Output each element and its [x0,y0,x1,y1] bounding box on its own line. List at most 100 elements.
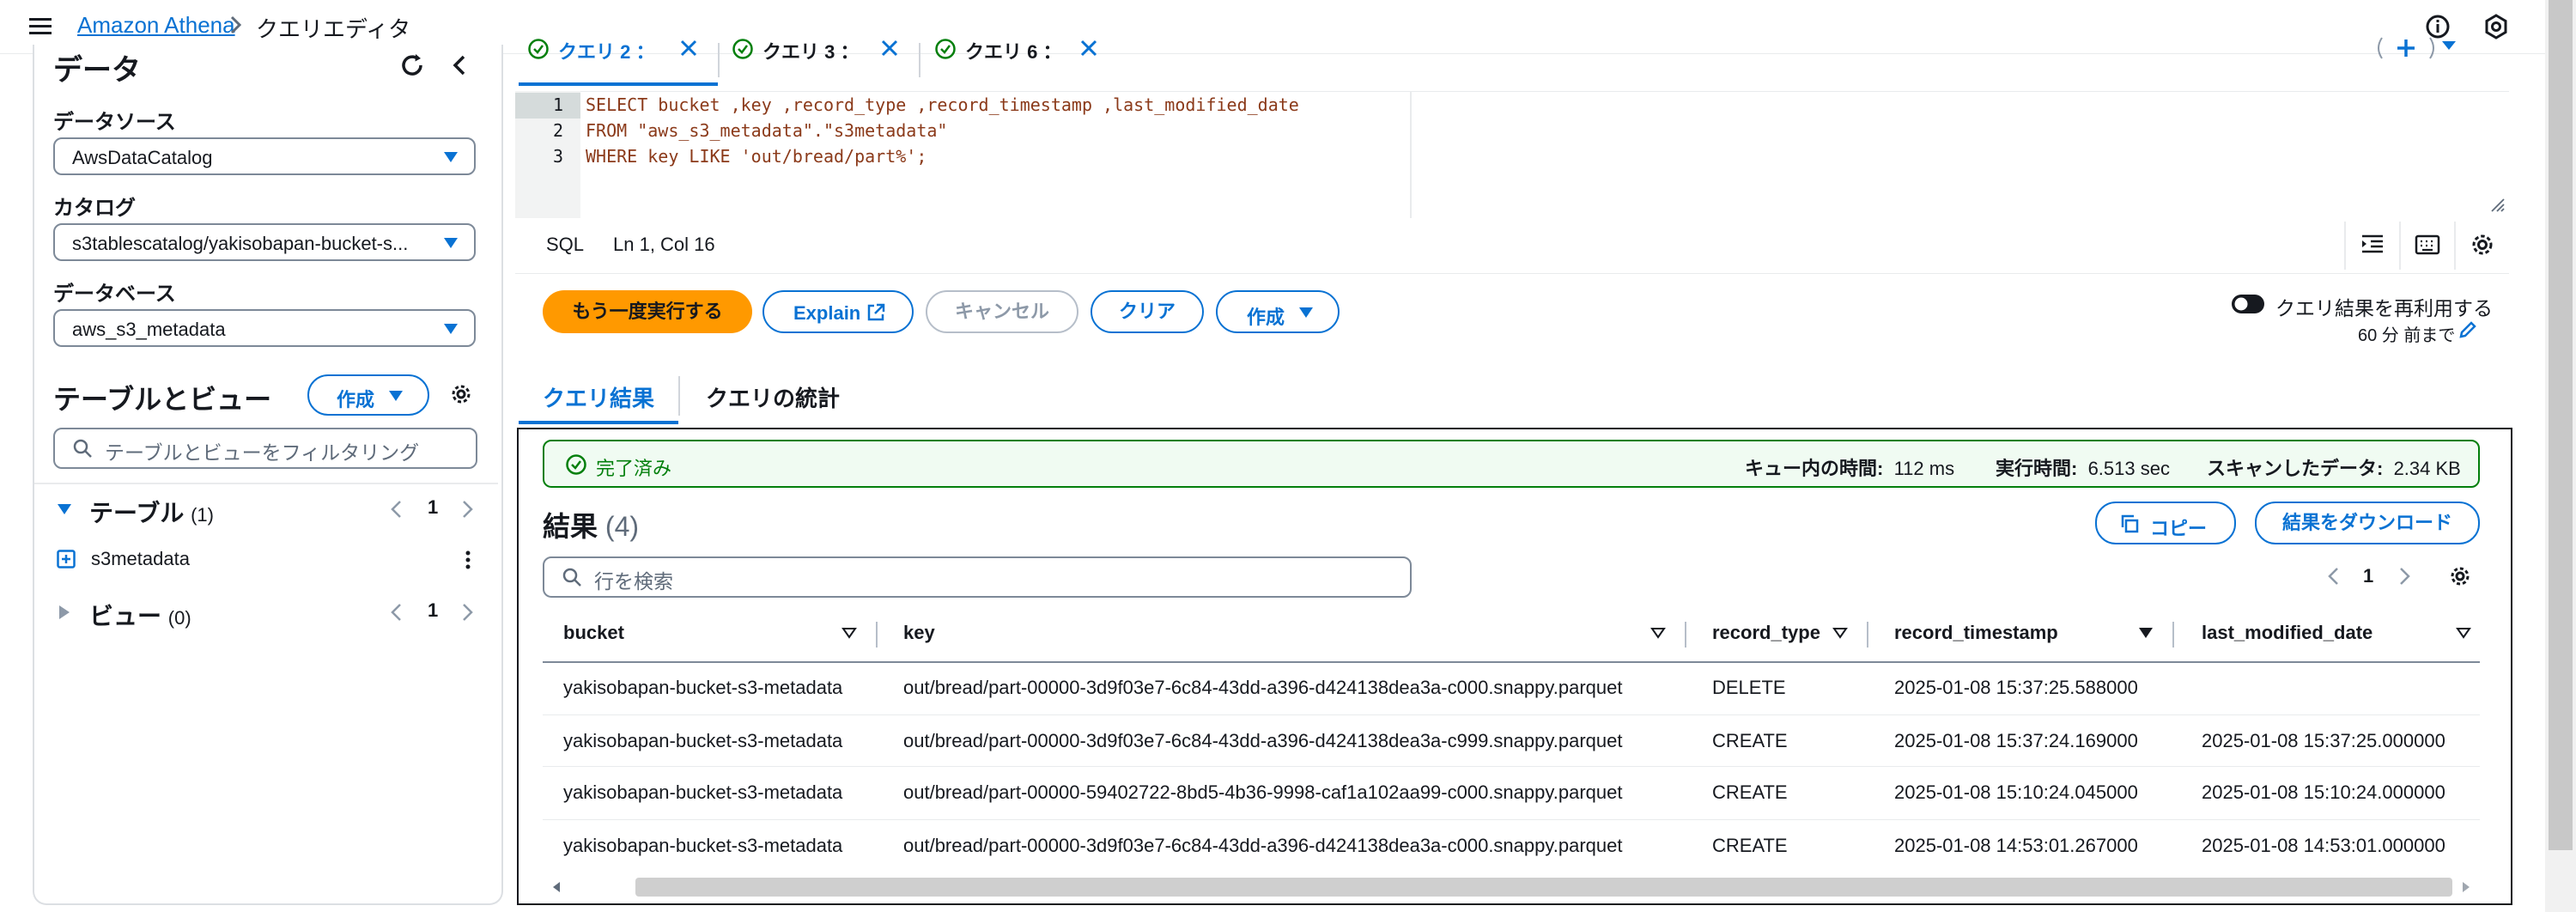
chevron-left-icon[interactable] [2325,565,2341,587]
gear-icon[interactable] [448,381,474,407]
sort-icon[interactable] [1832,627,1848,639]
cell-key: out/bread/part-00000-59402722-8bd5-4b36-… [903,781,1623,803]
tab-query-3[interactable]: クエリ 3 ： [732,34,920,72]
row-search-input[interactable]: 行を検索 [543,556,1412,598]
tab-query-6[interactable]: クエリ 6 ： [934,34,1123,72]
views-section-label: ビュー [89,603,162,629]
create-button[interactable]: 作成 [1216,290,1340,333]
catalog-select[interactable]: s3tablescatalog/yakisobapan-bucket-s... [53,223,476,261]
code-line[interactable]: SELECT bucket ,key ,record_type ,record_… [586,94,1299,115]
chevron-right-icon[interactable] [460,498,476,520]
tables-section-header[interactable]: テーブル (1) [89,495,214,529]
divider [2454,222,2456,270]
sort-descending-icon[interactable] [2138,627,2154,639]
search-icon [72,438,93,459]
cursor-position: Ln 1, Col 16 [613,234,715,255]
clear-button[interactable]: クリア [1091,290,1204,333]
tab-query-2[interactable]: クエリ 2 ： [527,34,716,72]
horizontal-scrollbar[interactable] [543,874,2480,900]
column-separator[interactable] [2172,622,2174,648]
caret-expanded-icon[interactable] [57,502,72,517]
code-line[interactable]: WHERE key LIKE 'out/bread/part%'; [586,146,927,167]
column-header-record-timestamp[interactable]: record_timestamp [1894,622,2058,644]
sort-icon[interactable] [841,627,857,639]
print-margin [1410,91,1412,218]
active-tab-indicator [519,421,678,424]
more-options-icon[interactable] [464,548,472,572]
scroll-left-icon[interactable] [551,881,562,893]
page-vertical-scrollbar[interactable] [2545,0,2576,912]
gear-icon[interactable] [2447,563,2473,589]
views-section-header[interactable]: ビュー (0) [89,598,191,632]
create-button[interactable]: 作成 [307,374,429,416]
scroll-right-icon[interactable] [2461,881,2471,893]
expand-plus-icon[interactable] [57,550,76,568]
execution-time: 実行時間: 6.513 sec [1996,453,2170,481]
scrollbar-thumb[interactable] [2549,0,2573,850]
resize-handle-icon[interactable] [2488,196,2506,213]
database-select[interactable]: aws_s3_metadata [53,309,476,347]
collapse-panel-icon[interactable] [447,52,474,79]
line-number: 2 [552,120,563,141]
tab-query-stats[interactable]: クエリの統計 [706,381,840,413]
cell-record-type: CREATE [1712,781,1788,803]
refresh-icon[interactable] [397,50,428,81]
queue-time: キュー内の時間: 112 ms [1745,453,1954,481]
reuse-results-age: 60 分 前まで [2358,326,2456,345]
create-button-label: 作成 [337,389,375,410]
close-icon[interactable] [1078,38,1099,58]
editor-language: SQL [546,234,585,255]
column-header-record-type[interactable]: record_type [1712,622,1820,644]
tab-label: クエリ 2 ： [558,41,655,63]
column-separator[interactable] [1867,622,1868,648]
cell-key: out/bread/part-00000-3d9f03e7-6c84-43dd-… [903,730,1623,751]
column-header-key[interactable]: key [903,622,935,644]
code-line[interactable]: FROM "aws_s3_metadata"."s3metadata" [586,120,947,141]
column-header-last-modified-date[interactable]: last_modified_date [2202,622,2372,644]
row-search-placeholder: 行を検索 [594,570,673,593]
caret-down-icon [1298,307,1314,319]
sort-icon[interactable] [2456,627,2471,639]
cell-key: out/bread/part-00000-3d9f03e7-6c84-43dd-… [903,835,1623,856]
caret-collapsed-icon[interactable] [57,605,72,620]
new-query-tab-button[interactable] [2370,36,2459,67]
menu-icon[interactable] [27,14,55,40]
column-header-bucket[interactable]: bucket [563,622,624,644]
keyboard-icon[interactable] [2413,230,2442,259]
table-filter-input[interactable]: テーブルとビューをフィルタリング [53,428,477,469]
chevron-right-icon[interactable] [460,601,476,623]
column-separator[interactable] [876,622,878,648]
scrollbar-thumb[interactable] [635,878,2452,897]
data-source-select[interactable]: AwsDataCatalog [53,137,476,175]
table-item-s3metadata[interactable]: s3metadata [53,546,491,577]
cancel-button[interactable]: キャンセル [926,290,1078,333]
close-icon[interactable] [879,38,900,58]
reuse-results-toggle[interactable] [2231,294,2265,314]
chevron-right-icon[interactable] [2397,565,2413,587]
check-circle-icon [565,453,587,476]
breadcrumb-athena-link[interactable]: Amazon Athena [77,12,235,39]
format-query-icon[interactable] [2358,230,2387,259]
tab-query-results[interactable]: クエリ結果 [543,381,654,413]
download-results-button[interactable]: 結果をダウンロード [2255,502,2480,544]
check-circle-icon [732,38,754,60]
pencil-icon[interactable] [2458,319,2478,340]
reuse-results-label: クエリ結果を再利用する [2275,297,2493,319]
copy-button[interactable]: コピー [2095,502,2236,544]
chevron-left-icon[interactable] [388,601,404,623]
data-source-value: AwsDataCatalog [72,147,213,168]
run-again-button[interactable]: もう一度実行する [543,290,752,333]
sort-icon[interactable] [1650,627,1666,639]
gear-icon[interactable] [2468,230,2497,259]
results-count: (4) [605,511,640,542]
create-button-label: 作成 [1247,307,1285,328]
row-divider [543,819,2480,820]
explain-button[interactable]: Explain [762,290,914,333]
active-tab-indicator [519,82,718,86]
settings-hex-icon[interactable] [2482,12,2511,41]
results-title-label: 結果 [543,511,598,542]
caret-down-icon [443,151,459,163]
column-separator[interactable] [1685,622,1686,648]
close-icon[interactable] [678,38,699,58]
chevron-left-icon[interactable] [388,498,404,520]
